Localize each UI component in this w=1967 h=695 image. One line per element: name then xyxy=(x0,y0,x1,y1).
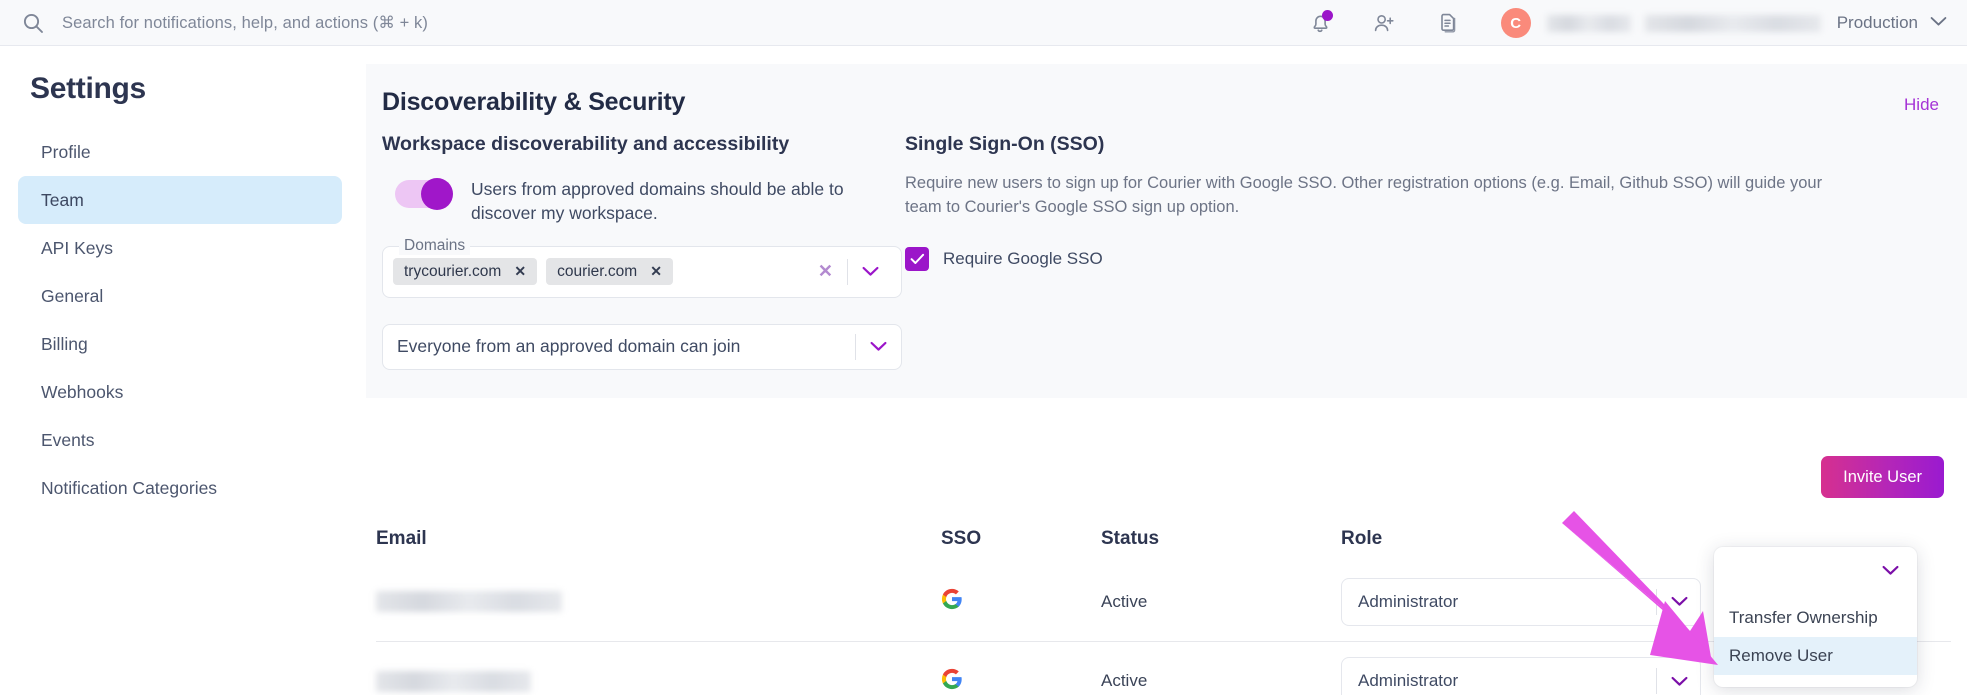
chevron-down-icon[interactable] xyxy=(848,266,891,277)
join-policy-actions xyxy=(855,333,899,360)
top-bar: Search for notifications, help, and acti… xyxy=(0,0,1967,46)
discoverability-security-panel: Discoverability & Security Hide Workspac… xyxy=(366,64,1967,398)
require-google-sso-checkbox[interactable] xyxy=(905,246,929,271)
org-name-redacted xyxy=(1546,14,1631,32)
role-value: Administrator xyxy=(1358,591,1459,611)
sidebar-item-label: General xyxy=(41,285,104,306)
hide-link[interactable]: Hide xyxy=(1904,95,1939,115)
chevron-down-icon[interactable] xyxy=(856,341,899,352)
sidebar-item-events[interactable]: Events xyxy=(18,416,342,464)
sso-description: Require new users to sign up for Courier… xyxy=(905,174,1823,216)
discoverability-toggle-row: Users from approved domains should be ab… xyxy=(382,178,902,226)
sidebar-item-webhooks[interactable]: Webhooks xyxy=(18,368,342,416)
notification-badge xyxy=(1321,10,1333,21)
column-header-sso: SSO xyxy=(941,528,982,549)
join-policy-value: Everyone from an approved domain can joi… xyxy=(397,336,741,357)
sidebar-item-label: Profile xyxy=(41,141,91,162)
avatar[interactable]: C xyxy=(1500,8,1531,38)
docs-icon[interactable] xyxy=(1431,6,1465,40)
top-bar-actions: C Production xyxy=(1273,0,1947,46)
cell-status: Active xyxy=(1101,592,1341,612)
sidebar-item-label: Notification Categories xyxy=(41,477,218,498)
cell-sso xyxy=(941,668,1101,695)
menu-item-transfer-ownership[interactable]: Transfer Ownership xyxy=(1714,599,1917,637)
cell-sso xyxy=(941,588,1101,615)
role-select[interactable]: Administrator xyxy=(1341,577,1701,626)
domain-chip-label: trycourier.com xyxy=(404,262,502,280)
column-header-email: Email xyxy=(376,528,427,549)
add-user-icon[interactable] xyxy=(1367,6,1401,40)
role-select[interactable]: Administrator xyxy=(1341,657,1701,695)
chevron-down-icon[interactable] xyxy=(1657,596,1700,607)
menu-item-remove-user[interactable]: Remove User xyxy=(1714,637,1917,675)
domain-chip[interactable]: courier.com ✕ xyxy=(546,258,673,286)
domains-field[interactable]: Domains trycourier.com ✕ courier.com ✕ ✕ xyxy=(382,236,902,298)
role-select-actions xyxy=(1656,668,1700,694)
sidebar-item-notification-categories[interactable]: Notification Categories xyxy=(18,464,342,512)
role-value: Administrator xyxy=(1358,671,1459,690)
discoverability-toggle[interactable] xyxy=(395,178,453,210)
domain-chip-label: courier.com xyxy=(557,262,638,280)
column-header-status: Status xyxy=(1101,528,1160,549)
sidebar-item-team[interactable]: Team xyxy=(18,176,342,224)
status-badge: Active xyxy=(1101,671,1148,690)
sidebar-item-general[interactable]: General xyxy=(18,272,342,320)
close-icon[interactable]: ✕ xyxy=(514,263,526,280)
status-badge: Active xyxy=(1101,591,1148,611)
discoverability-heading: Workspace discoverability and accessibil… xyxy=(382,133,790,155)
clear-icon[interactable]: ✕ xyxy=(804,261,847,282)
sidebar-item-profile[interactable]: Profile xyxy=(18,128,342,176)
cell-email xyxy=(376,670,941,692)
discoverability-toggle-label: Users from approved domains should be ab… xyxy=(471,179,844,223)
sidebar-item-label: Webhooks xyxy=(41,381,124,402)
sidebar-item-label: API Keys xyxy=(41,237,113,258)
domains-field-actions: ✕ xyxy=(804,258,891,285)
invite-user-button[interactable]: Invite User xyxy=(1821,456,1944,498)
google-icon xyxy=(941,668,963,694)
google-icon xyxy=(941,588,963,614)
panel-title: Discoverability & Security xyxy=(382,88,686,116)
sso-section: Single Sign-On (SSO) Require new users t… xyxy=(905,133,1865,271)
domains-legend: Domains xyxy=(399,236,471,255)
sso-heading: Single Sign-On (SSO) xyxy=(905,133,1105,155)
sidebar-item-api-keys[interactable]: API Keys xyxy=(18,224,342,272)
settings-sidebar: Settings Profile Team API Keys General B… xyxy=(0,46,360,695)
row-actions-menu: Transfer Ownership Remove User xyxy=(1714,547,1917,687)
require-google-sso-row: Require Google SSO xyxy=(905,246,1865,271)
email-redacted xyxy=(376,591,562,612)
cell-status: Active xyxy=(1101,671,1341,691)
sidebar-nav: Profile Team API Keys General Billing We… xyxy=(0,128,360,512)
chevron-down-icon[interactable] xyxy=(1930,14,1947,32)
search-input-placeholder[interactable]: Search for notifications, help, and acti… xyxy=(62,13,428,33)
global-search[interactable]: Search for notifications, help, and acti… xyxy=(22,12,428,34)
sidebar-item-label: Events xyxy=(41,429,95,450)
search-icon xyxy=(22,12,44,34)
role-select-actions xyxy=(1656,588,1700,615)
toggle-knob xyxy=(421,178,453,210)
sidebar-item-billing[interactable]: Billing xyxy=(18,320,342,368)
settings-team-page: Search for notifications, help, and acti… xyxy=(0,0,1967,695)
page-title: Settings xyxy=(30,72,146,105)
cell-email xyxy=(376,591,941,612)
join-policy-select[interactable]: Everyone from an approved domain can joi… xyxy=(382,323,902,370)
close-icon[interactable]: ✕ xyxy=(650,263,662,280)
workspace-discoverability-section: Workspace discoverability and accessibil… xyxy=(382,133,902,370)
sidebar-item-label: Billing xyxy=(41,333,88,354)
domain-chip[interactable]: trycourier.com ✕ xyxy=(393,258,538,286)
chevron-down-icon[interactable] xyxy=(1882,563,1899,581)
sidebar-item-label: Team xyxy=(41,189,84,210)
chevron-down-icon[interactable] xyxy=(1657,676,1700,687)
require-google-sso-label: Require Google SSO xyxy=(943,248,1103,268)
email-redacted xyxy=(376,670,531,692)
workspace-name-redacted xyxy=(1644,14,1821,32)
environment-label[interactable]: Production xyxy=(1837,13,1918,33)
bell-icon[interactable] xyxy=(1303,6,1337,40)
